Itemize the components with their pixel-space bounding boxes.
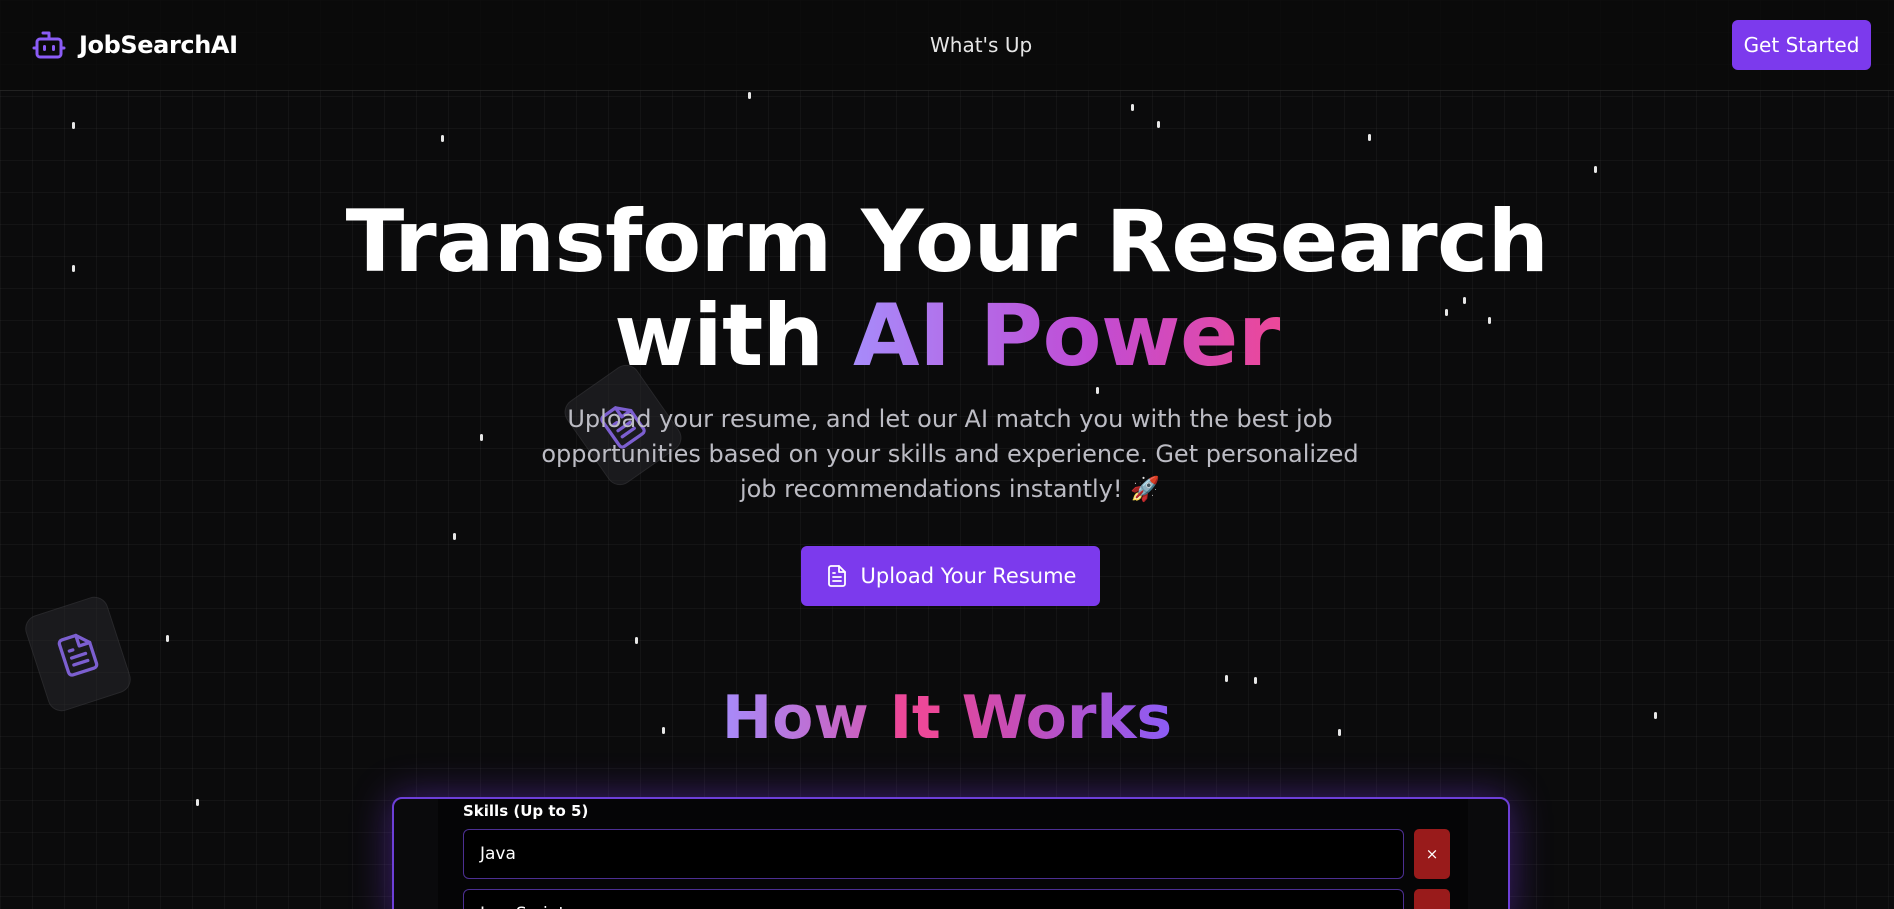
skill-row: JavaScript × [463,889,1479,909]
upload-resume-button[interactable]: Upload Your Resume [801,546,1100,606]
star-decor [1225,675,1228,682]
remove-skill-button[interactable]: × [1414,829,1450,879]
star-decor [1368,134,1371,141]
star-decor [480,434,483,441]
star-decor [748,92,751,99]
remove-skill-button[interactable]: × [1414,889,1450,909]
hero-title: Transform Your Research with AI Power [0,195,1894,383]
star-decor [1157,121,1160,128]
hero-subtitle: Upload your resume, and let our AI match… [541,405,1359,503]
page: JobSearchAI What's Up Get Started Transf… [0,0,1894,909]
skill-input[interactable]: JavaScript [463,889,1404,909]
get-started-button[interactable]: Get Started [1732,20,1871,70]
document-icon [57,633,99,677]
hero-title-with: with [614,286,853,386]
skills-label: Skills (Up to 5) [463,802,589,820]
document-icon [827,565,846,587]
top-nav: JobSearchAI What's Up Get Started [0,0,1894,91]
robot-icon [32,31,66,59]
star-decor [635,637,638,644]
hero-title-highlight: AI Power [852,286,1280,386]
demo-preview-card: Skills (Up to 5) Java × JavaScript × [392,797,1510,909]
how-it-works-title: How It Works [0,682,1894,754]
star-decor [453,533,456,540]
how-title-word: Works [961,683,1173,753]
nav-link-whats-up[interactable]: What's Up [930,33,1032,57]
star-decor [1131,104,1134,111]
star-decor [72,122,75,129]
upload-resume-label: Upload Your Resume [860,564,1077,588]
brand-name: JobSearchAI [79,31,238,59]
how-title-text: How It Works [722,683,1172,753]
star-decor [196,799,199,806]
how-title-word: How [721,683,890,753]
star-decor [1594,166,1597,173]
hero-title-line1: Transform Your Research [345,192,1549,292]
star-decor [441,135,444,142]
skill-input[interactable]: Java [463,829,1404,879]
brand-logo[interactable]: JobSearchAI [31,27,238,63]
star-decor [166,635,169,642]
skill-row: Java × [463,829,1479,879]
star-decor [1096,387,1099,394]
how-title-word: It [889,683,962,753]
